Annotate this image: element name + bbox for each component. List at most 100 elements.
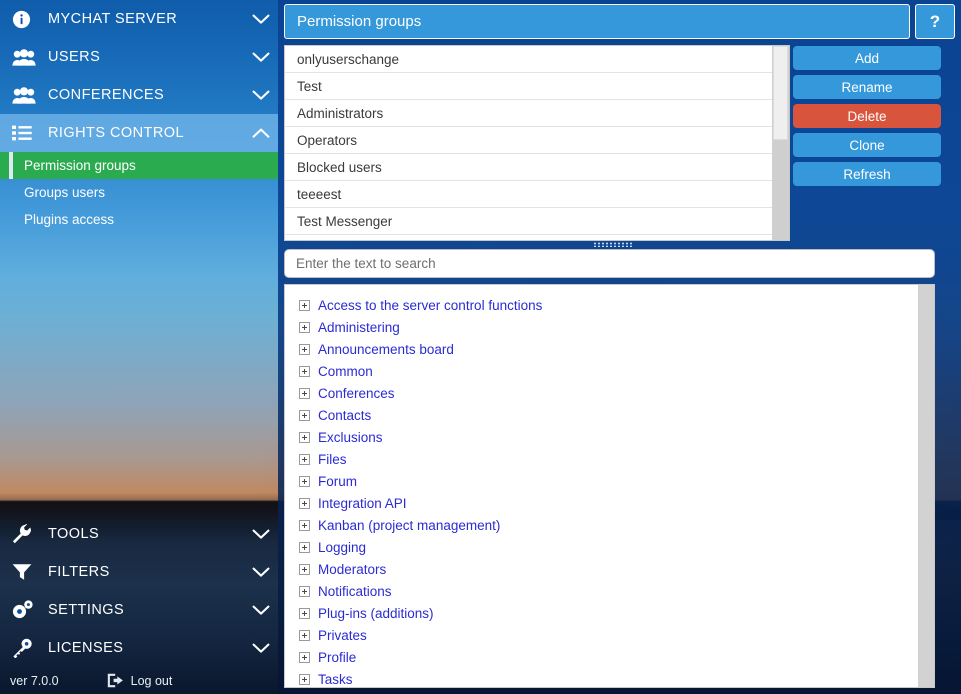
rights-tree-node[interactable]: Privates [299,624,918,646]
rights-tree-node-label: Forum [318,473,358,489]
page-title-text: Permission groups [297,13,422,30]
sidebar-item-groups-users[interactable]: Groups users [0,179,278,206]
expand-plus-icon[interactable] [299,299,310,311]
sidebar-group-mychat-server[interactable]: MYCHAT SERVER [0,0,278,38]
chevron-up-icon[interactable] [244,128,278,139]
rights-tree-panel: Access to the server control functions Ad… [284,284,935,688]
sidebar-group-tools[interactable]: TOOLS [0,515,278,553]
permission-groups-list[interactable]: onlyuserschange Test Administrators Operato… [285,46,772,240]
sidebar-group-users[interactable]: USERS [0,38,278,76]
expand-plus-icon[interactable] [299,453,310,465]
group-list-item[interactable]: Operators [285,127,772,154]
splitter-grip-icon [592,242,633,247]
app-window: MYCHAT SERVER USERS CONFERENCES RIGHTS C… [0,0,961,694]
rights-tree-node-label: Moderators [318,561,387,577]
sidebar-item-permission-groups[interactable]: Permission groups [0,152,278,179]
version-label: ver 7.0.0 [10,673,59,688]
expand-plus-icon[interactable] [299,475,310,487]
gears-icon [12,599,38,621]
expand-plus-icon[interactable] [299,431,310,443]
delete-button[interactable]: Delete [793,104,941,128]
rights-tree-node[interactable]: Notifications [299,580,918,602]
sidebar-group-label: USERS [48,49,101,65]
rights-tree-node[interactable]: Announcements board [299,338,918,360]
sidebar-group-label: TOOLS [48,526,100,542]
groups-list-scrollbar-thumb[interactable] [773,46,788,140]
sidebar-group-filters[interactable]: FILTERS [0,553,278,591]
rights-tree-node[interactable]: Profile [299,646,918,668]
rights-tree-node[interactable]: Tasks [299,668,918,687]
action-buttons: Add Rename Delete Clone Refresh [793,46,941,191]
expand-plus-icon[interactable] [299,365,310,377]
expand-plus-icon[interactable] [299,321,310,333]
rights-tree-node[interactable]: Conferences [299,382,918,404]
sidebar-sub-label: Plugins access [24,212,115,227]
rights-tree-node[interactable]: Common [299,360,918,382]
sidebar-group-rights-control[interactable]: RIGHTS CONTROL [0,114,278,152]
group-list-item[interactable]: Administrators [285,100,772,127]
rename-button[interactable]: Rename [793,75,941,99]
chevron-down-icon[interactable] [244,567,278,578]
rights-tree-node[interactable]: Plug-ins (additions) [299,602,918,624]
rights-tree-node[interactable]: Kanban (project management) [299,514,918,536]
sidebar-group-label: SETTINGS [48,602,125,618]
rights-tree-node[interactable]: Access to the server control functions [299,294,918,316]
group-list-item[interactable]: Test [285,73,772,100]
sidebar-group-settings[interactable]: SETTINGS [0,591,278,629]
rights-tree-node-label: Profile [318,649,357,665]
rights-tree[interactable]: Access to the server control functions Ad… [285,285,918,687]
sidebar-group-label: MYCHAT SERVER [48,11,178,27]
logout-label: Log out [130,673,173,688]
group-list-item[interactable]: Test Messenger [285,208,772,235]
sidebar-group-conferences[interactable]: CONFERENCES [0,76,278,114]
expand-plus-icon[interactable] [299,585,310,597]
chevron-down-icon[interactable] [244,90,278,101]
help-button[interactable]: ? [915,4,955,39]
expand-plus-icon[interactable] [299,673,310,685]
groups-list-scrollbar[interactable] [772,46,789,240]
rights-tree-node-label: Exclusions [318,429,383,445]
rights-tree-node[interactable]: Logging [299,536,918,558]
rights-tree-node[interactable]: Files [299,448,918,470]
key-icon [12,637,38,659]
chevron-down-icon[interactable] [244,529,278,540]
rights-tree-node[interactable]: Exclusions [299,426,918,448]
rights-tree-scrollbar-thumb[interactable] [918,285,934,671]
search-input[interactable] [284,249,935,278]
expand-plus-icon[interactable] [299,607,310,619]
expand-plus-icon[interactable] [299,541,310,553]
group-list-item[interactable]: Blocked users [285,154,772,181]
expand-plus-icon[interactable] [299,519,310,531]
refresh-button[interactable]: Refresh [793,162,941,186]
rights-tree-node[interactable]: Contacts [299,404,918,426]
group-list-item[interactable]: onlyuserschange [285,46,772,73]
rights-tree-node[interactable]: Forum [299,470,918,492]
rights-tree-node[interactable]: Moderators [299,558,918,580]
panel-splitter[interactable] [284,241,941,248]
chevron-down-icon[interactable] [244,643,278,654]
rights-tree-scrollbar[interactable] [918,285,934,687]
rights-tree-node[interactable]: Integration API [299,492,918,514]
expand-plus-icon[interactable] [299,651,310,663]
expand-plus-icon[interactable] [299,497,310,509]
expand-plus-icon[interactable] [299,563,310,575]
chevron-down-icon[interactable] [244,52,278,63]
chevron-down-icon[interactable] [244,14,278,25]
add-button[interactable]: Add [793,46,941,70]
sidebar-item-plugins-access[interactable]: Plugins access [0,206,278,233]
rights-tree-node-label: Tasks [318,671,353,687]
expand-plus-icon[interactable] [299,629,310,641]
group-list-item[interactable]: teeeest [285,181,772,208]
expand-plus-icon[interactable] [299,387,310,399]
rights-tree-node-label: Privates [318,627,367,643]
rights-tree-node[interactable]: Administering [299,316,918,338]
clone-button[interactable]: Clone [793,133,941,157]
permission-groups-list-panel: onlyuserschange Test Administrators Operato… [284,45,790,241]
sidebar-group-label: FILTERS [48,564,110,580]
sidebar-group-licenses[interactable]: LICENSES [0,629,278,667]
expand-plus-icon[interactable] [299,409,310,421]
rights-tree-node-label: Logging [318,539,367,555]
logout-button[interactable]: Log out [107,673,173,688]
expand-plus-icon[interactable] [299,343,310,355]
chevron-down-icon[interactable] [244,605,278,616]
